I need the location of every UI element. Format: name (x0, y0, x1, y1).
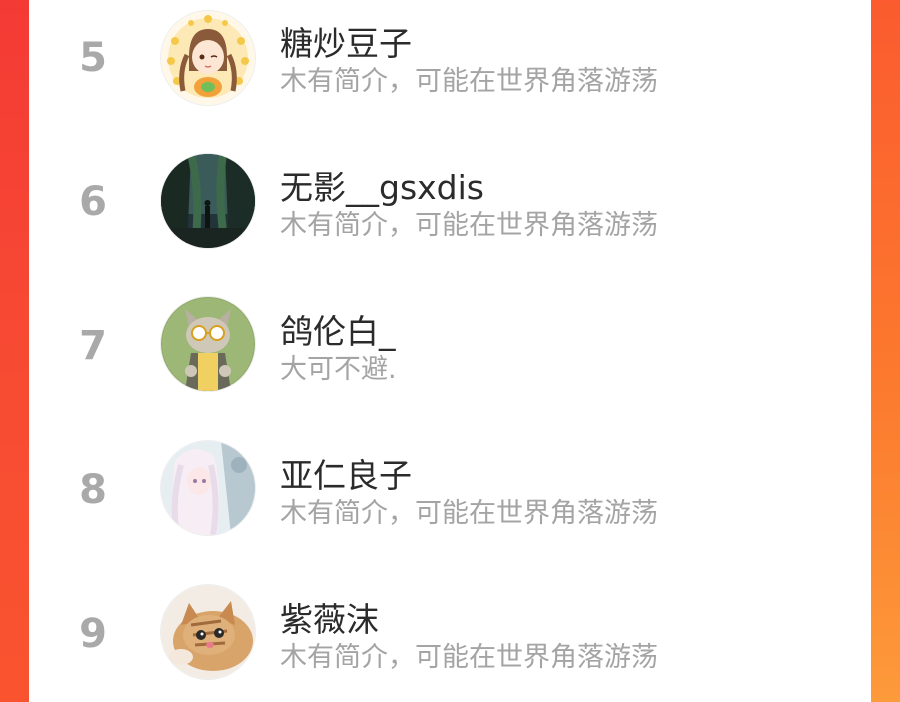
user-name[interactable]: 无影__gsxdis (280, 161, 484, 209)
avatar-image (161, 154, 255, 248)
leaderboard-row[interactable]: 5 糖炒豆子 木有简介，可能在世界角落游荡 (29, 3, 871, 113)
avatar-image (161, 441, 255, 535)
user-bio: 木有简介，可能在世界角落游荡 (280, 210, 658, 241)
user-bio: 木有简介，可能在世界角落游荡 (280, 642, 658, 673)
anime-girl-white-hair-avatar[interactable] (161, 441, 255, 535)
leaderboard-card: 5 糖炒豆子 木有简介，可能在世界角落游荡 6 无影__gsxdis 木有简介，… (29, 0, 871, 702)
anime-girl-avatar[interactable] (161, 11, 255, 105)
user-name[interactable]: 鸽伦白_ (280, 305, 396, 353)
leaderboard-row[interactable]: 8 亚仁良子 木有简介，可能在世界角落游荡 (29, 435, 871, 545)
forest-scene-avatar[interactable] (161, 154, 255, 248)
avatar-image (161, 585, 255, 679)
user-name[interactable]: 亚仁良子 (280, 449, 412, 497)
rank-number: 7 (79, 323, 107, 369)
user-name[interactable]: 糖炒豆子 (280, 17, 412, 65)
user-bio: 大可不避. (280, 354, 397, 385)
rank-number: 9 (79, 611, 107, 657)
user-bio: 木有简介，可能在世界角落游荡 (280, 66, 658, 97)
cartoon-cat-avatar[interactable] (161, 297, 255, 391)
avatar-image (161, 297, 255, 391)
right-gradient-border (871, 0, 900, 702)
rank-number: 5 (79, 35, 107, 81)
rank-number: 8 (79, 467, 107, 513)
user-name[interactable]: 紫薇沫 (280, 593, 379, 641)
avatar-image (161, 11, 255, 105)
leaderboard-row[interactable]: 6 无影__gsxdis 木有简介，可能在世界角落游荡 (29, 147, 871, 257)
left-gradient-border (0, 0, 29, 702)
rank-number: 6 (79, 179, 107, 225)
leaderboard-row[interactable]: 7 鸽伦白_ 大可不避. (29, 291, 871, 401)
leaderboard-row[interactable]: 9 紫薇沫 木有简介，可能在世界角落游荡 (29, 579, 871, 689)
kitten-avatar[interactable] (161, 585, 255, 679)
user-bio: 木有简介，可能在世界角落游荡 (280, 498, 658, 529)
